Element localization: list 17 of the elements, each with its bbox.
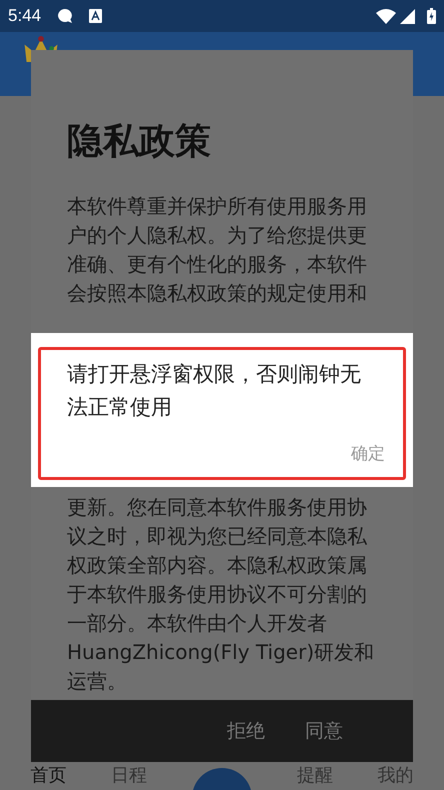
nav-tab[interactable]: 提醒 [296, 765, 333, 787]
dialog-button[interactable]: 拒绝 [227, 716, 265, 746]
dialog-title: 隐私政策 [67, 120, 212, 164]
battery-icon [427, 8, 436, 24]
wifi-icon [376, 8, 396, 24]
policy-text: 本软件尊重并保护所有使用服务用户的个人隐私权。为了给您提供更准确、更有个性化的服务，本软件会按照本隐私权政策的规定使用和 [67, 193, 368, 307]
alert-message: 请打开悬浮窗权限，否则闹钟无法正常使用 [67, 361, 362, 421]
confirm-button[interactable]: 确定 [351, 442, 385, 467]
clock: 5:44 [8, 5, 42, 28]
font-icon [89, 9, 102, 23]
nav-tab[interactable]: 我的 [378, 765, 414, 787]
nav-tab[interactable]: 日程 [111, 765, 148, 787]
nav-tab[interactable]: 首页 [30, 765, 66, 787]
signal-icon [400, 8, 415, 24]
policy-text: 更新。您在同意本软件服务使用协议之时，即视为您已经同意本隐私权政策全部内容。本隐私权政策属于本软件服务使用协议不可分割的一部分。本软件由个人开发者HuangZhicong(Fly Tiger)研发和运营。 [66, 494, 376, 695]
dialog-button[interactable]: 同意 [305, 716, 343, 746]
chat-bubble-icon [57, 8, 74, 24]
